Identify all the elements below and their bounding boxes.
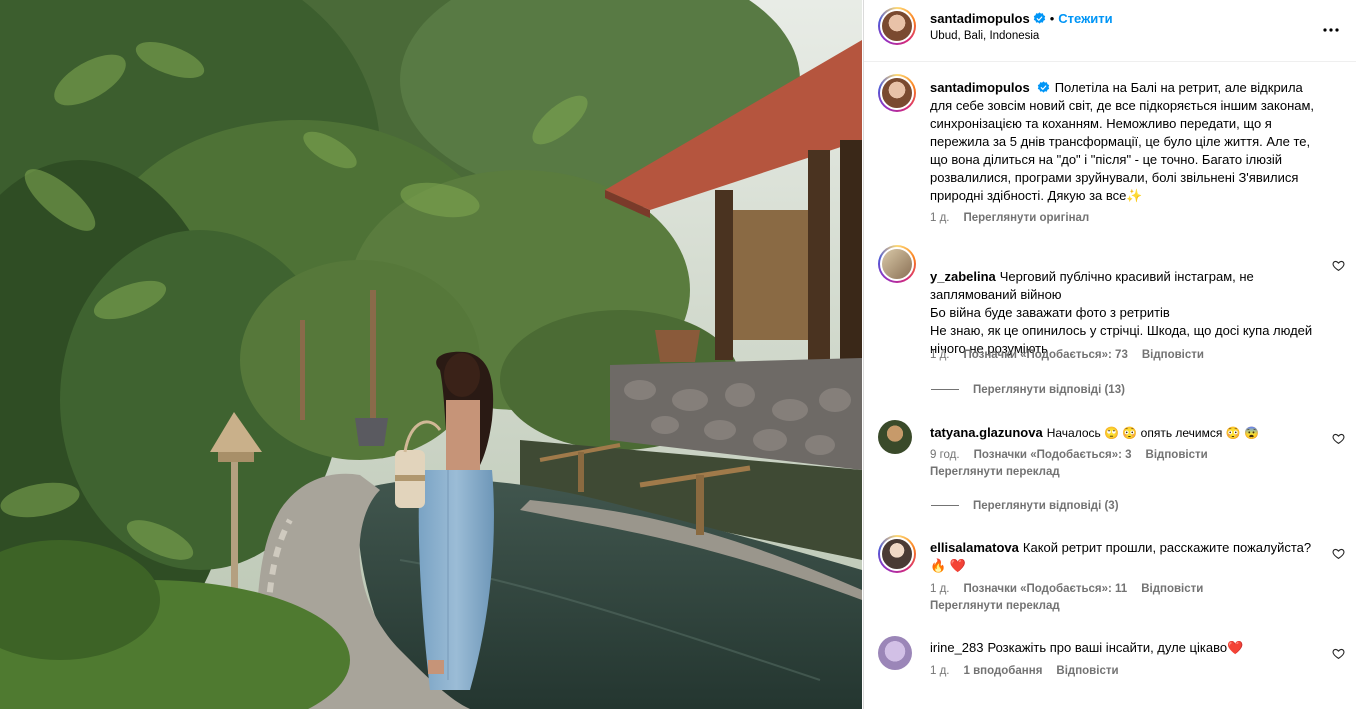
view-replies-label: Переглянути відповіді (3) [973, 500, 1119, 512]
caption: santadimopulos Полетіла на Балі на ретрит… [930, 79, 1325, 205]
comment-username[interactable]: ellisalamatova [930, 540, 1019, 555]
post-photo [0, 0, 862, 709]
view-replies-button[interactable]: Переглянути відповіді (3) [931, 500, 1119, 512]
comment-likes[interactable]: 1 вподобання [964, 665, 1043, 677]
caption-avatar[interactable] [878, 74, 916, 112]
caption-time[interactable]: 1 д. [930, 212, 950, 224]
post-location[interactable]: Ubud, Bali, Indonesia [930, 30, 1039, 42]
comment-text: Началось 🙄 😳 опять лечимся 😳 😨 [1046, 426, 1259, 440]
reply-button[interactable]: Відповісти [1056, 665, 1118, 677]
comment-2: tatyana.glazunova Началось 🙄 😳 опять лечи… [930, 424, 1325, 442]
post-sidebar: santadimopulos • Стежити Ubud, Bali, Indon… [863, 0, 1356, 709]
comment-likes[interactable]: Позначки «Подобається»: 73 [964, 349, 1128, 361]
comment-username[interactable]: tatyana.glazunova [930, 425, 1043, 440]
see-translation-button[interactable]: Переглянути переклад [930, 600, 1060, 612]
more-horizontal-icon[interactable] [1319, 18, 1343, 42]
comment-4: irine_283 Розкажіть про ваші інсайти, дул… [930, 639, 1325, 657]
reply-button[interactable]: Відповісти [1146, 449, 1208, 461]
comment-3: ellisalamatova Какой ретрит прошли, расск… [930, 539, 1325, 575]
comment-username[interactable]: y_zabelina [930, 269, 996, 284]
verified-badge-icon [1037, 81, 1049, 93]
comment-3-meta: 1 д. Позначки «Подобається»: 11 Відповісти [930, 583, 1217, 595]
caption-meta: 1 д. Переглянути оригінал [930, 212, 1103, 224]
comment-2-meta: 9 год. Позначки «Подобається»: 3 Відповіст… [930, 449, 1222, 461]
comment-avatar[interactable] [878, 245, 916, 283]
caption-username[interactable]: santadimopulos [930, 80, 1030, 95]
author-avatar[interactable] [878, 7, 916, 45]
separator-dot: • [1049, 11, 1055, 26]
heart-outline-icon[interactable] [1332, 259, 1345, 272]
replies-divider [931, 505, 959, 507]
reply-button[interactable]: Відповісти [1141, 583, 1203, 595]
post-image [0, 0, 862, 709]
comment-4-meta: 1 д. 1 вподобання Відповісти [930, 665, 1133, 677]
comments-list: santadimopulos Полетіла на Балі на ретрит… [864, 63, 1356, 709]
caption-text: Полетіла на Балі на ретрит, але відкрила… [930, 80, 1315, 203]
author-username[interactable]: santadimopulos [930, 11, 1030, 26]
comment-time[interactable]: 1 д. [930, 349, 950, 361]
comment-avatar[interactable] [878, 420, 912, 454]
follow-button[interactable]: Стежити [1058, 11, 1112, 26]
comment-likes[interactable]: Позначки «Подобається»: 3 [974, 449, 1132, 461]
post-header: santadimopulos • Стежити Ubud, Bali, Indon… [864, 0, 1356, 62]
comment-avatar[interactable] [878, 636, 912, 670]
comment-time[interactable]: 1 д. [930, 665, 950, 677]
see-original-button[interactable]: Переглянути оригінал [964, 212, 1090, 224]
verified-badge-icon [1033, 12, 1045, 24]
see-translation-button[interactable]: Переглянути переклад [930, 466, 1060, 478]
comment-avatar[interactable] [878, 535, 916, 573]
comment-1: y_zabelina Черговий публічно красивий інс… [930, 250, 1325, 358]
heart-outline-icon[interactable] [1332, 547, 1345, 560]
comment-1-meta: 1 д. Позначки «Подобається»: 73 Відповісти [930, 349, 1218, 361]
comment-likes[interactable]: Позначки «Подобається»: 11 [964, 583, 1128, 595]
header-title-row: santadimopulos • Стежити [930, 10, 1113, 28]
heart-outline-icon[interactable] [1332, 647, 1345, 660]
comment-text: Розкажіть про ваші інсайти, дуле цікаво❤… [987, 640, 1244, 655]
comment-time[interactable]: 1 д. [930, 583, 950, 595]
replies-divider [931, 389, 959, 391]
view-replies-button[interactable]: Переглянути відповіді (13) [931, 384, 1125, 396]
comment-username[interactable]: irine_283 [930, 640, 984, 655]
comment-time[interactable]: 9 год. [930, 449, 960, 461]
view-replies-label: Переглянути відповіді (13) [973, 384, 1125, 396]
heart-outline-icon[interactable] [1332, 432, 1345, 445]
reply-button[interactable]: Відповісти [1142, 349, 1204, 361]
